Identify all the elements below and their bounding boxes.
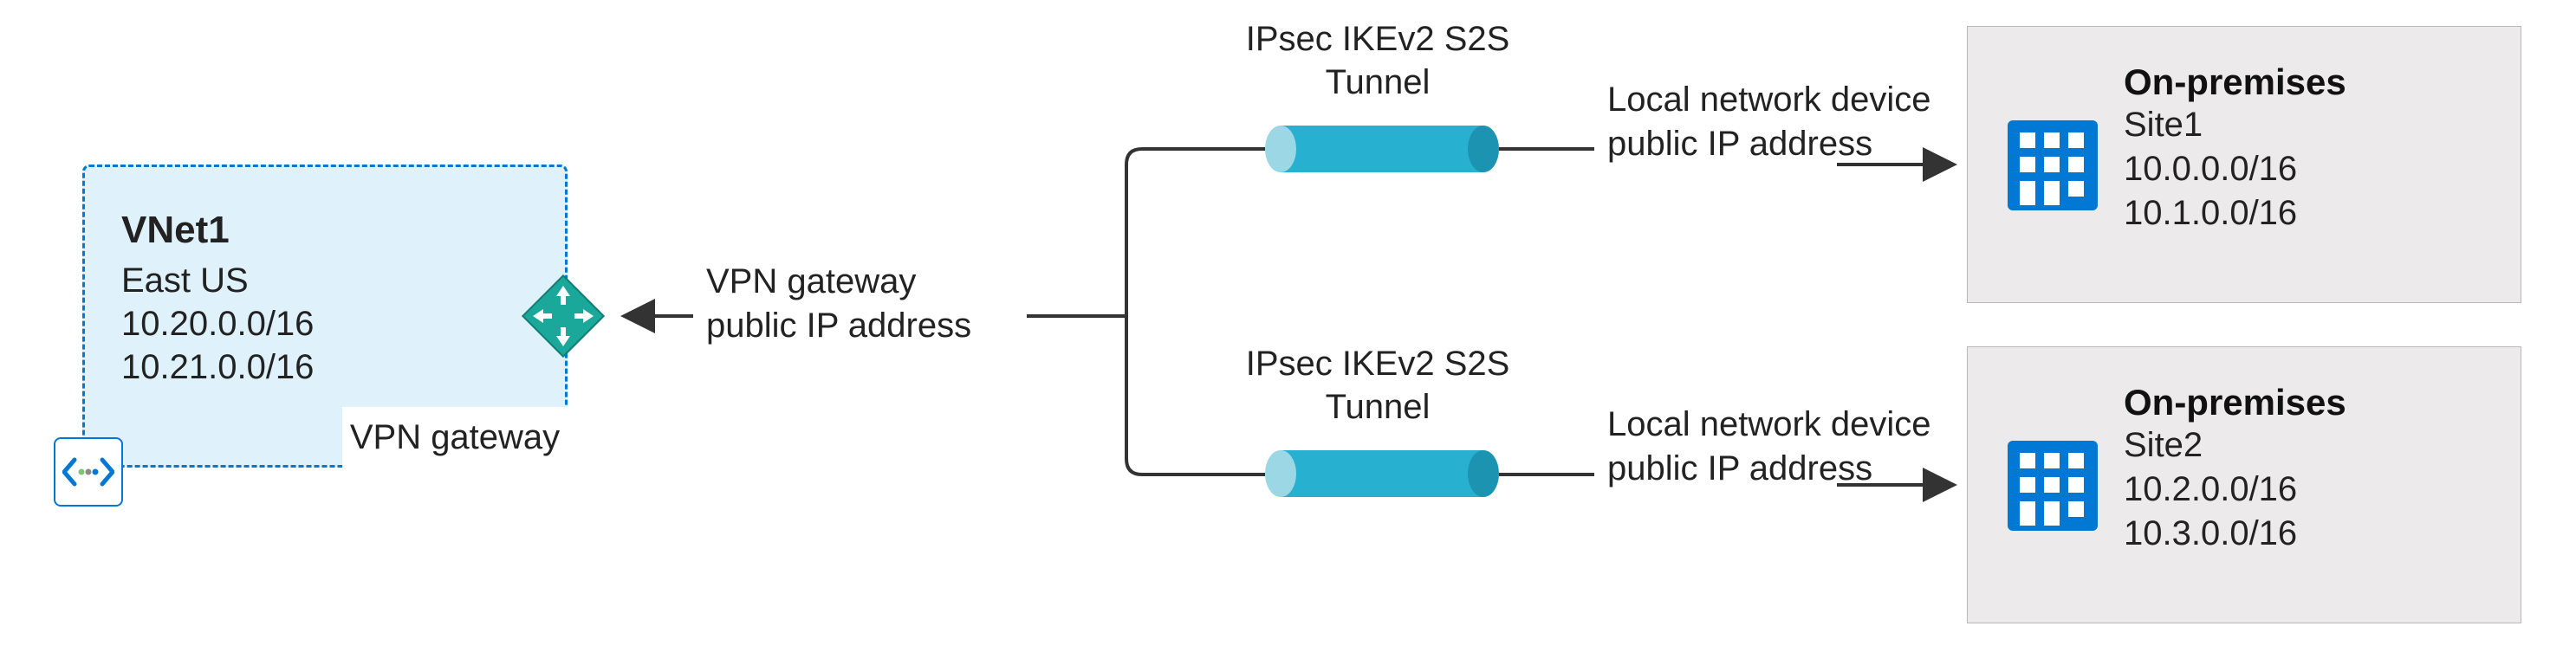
local-dev-top-line2: public IP address <box>1607 122 1931 166</box>
on-prem-site2-box: On-premises Site2 10.2.0.0/16 10.3.0.0/1… <box>1967 346 2521 623</box>
vpn-gateway-caption: VPN gateway <box>342 407 568 468</box>
vpn-gateway-caption-text: VPN gateway <box>350 418 560 457</box>
diagram-canvas: VNet1 East US 10.20.0.0/16 10.21.0.0/16 … <box>0 0 2576 652</box>
local-device-label-bottom: Local network device public IP address <box>1607 403 1931 491</box>
tunnel-top-line1: IPsec IKEv2 S2S <box>1196 17 1560 61</box>
tunnel-label-bottom: IPsec IKEv2 S2S Tunnel <box>1196 342 1560 429</box>
site2-cidr2: 10.3.0.0/16 <box>2124 512 2486 556</box>
vnet-region: East US <box>121 259 529 302</box>
vnet-icon <box>54 437 123 507</box>
tunnel-label-top: IPsec IKEv2 S2S Tunnel <box>1196 17 1560 104</box>
site1-heading: On-premises <box>2124 61 2486 103</box>
site1-cidr2: 10.1.0.0/16 <box>2124 191 2486 236</box>
site1-cidr1: 10.0.0.0/16 <box>2124 147 2486 191</box>
vnet-title: VNet1 <box>121 209 529 252</box>
on-prem-site1-box: On-premises Site1 10.0.0.0/16 10.1.0.0/1… <box>1967 26 2521 303</box>
vnet-cidr-2: 10.21.0.0/16 <box>121 345 529 389</box>
ipsec-tunnel-icon-top <box>1265 126 1499 172</box>
vpn-gw-line1: VPN gateway <box>706 260 971 304</box>
local-device-label-top: Local network device public IP address <box>1607 78 1931 166</box>
building-icon <box>2001 113 2105 217</box>
local-dev-bot-line1: Local network device <box>1607 403 1931 447</box>
tunnel-bot-line1: IPsec IKEv2 S2S <box>1196 342 1560 385</box>
tunnel-bot-line2: Tunnel <box>1196 385 1560 429</box>
vpn-gw-line2: public IP address <box>706 304 971 348</box>
site1-name: Site1 <box>2124 103 2486 147</box>
building-icon <box>2001 434 2105 538</box>
tunnel-top-line2: Tunnel <box>1196 61 1560 104</box>
site2-name: Site2 <box>2124 423 2486 468</box>
local-dev-top-line1: Local network device <box>1607 78 1931 122</box>
local-dev-bot-line2: public IP address <box>1607 447 1931 491</box>
vpn-gateway-public-ip-label: VPN gateway public IP address <box>706 260 971 348</box>
vnet-cidr-1: 10.20.0.0/16 <box>121 302 529 345</box>
ipsec-tunnel-icon-bottom <box>1265 450 1499 497</box>
vpn-gateway-icon <box>516 268 611 364</box>
site2-heading: On-premises <box>2124 382 2486 423</box>
site2-cidr1: 10.2.0.0/16 <box>2124 468 2486 512</box>
